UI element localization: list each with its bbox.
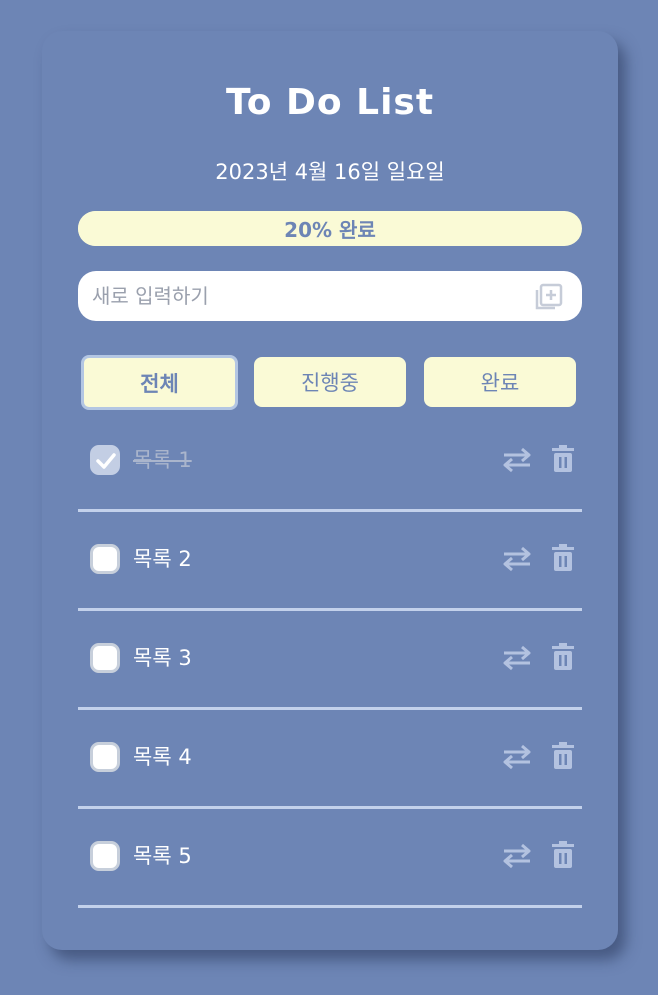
todo-item: 목록 5 [78,809,582,908]
trash-icon [552,742,574,769]
todo-item: 목록 4 [78,710,582,809]
todo-checkbox[interactable] [90,841,120,871]
tab-in-progress[interactable]: 진행중 [254,357,406,407]
page-title: To Do List [225,82,435,123]
delete-button[interactable] [552,643,574,671]
delete-button[interactable] [552,841,574,869]
trash-icon [552,445,574,472]
new-item-field [78,271,582,321]
current-date: 2023년 4월 16일 일요일 [215,160,445,184]
move-button[interactable] [502,744,532,770]
tab-completed[interactable]: 완료 [424,357,576,407]
todo-label: 목록 4 [133,745,192,769]
add-box-icon [535,283,563,310]
trash-icon [552,643,574,670]
filter-tabs: 전체 진행중 완료 [78,355,582,410]
swap-arrows-icon [503,744,531,770]
add-button[interactable] [534,283,564,311]
trash-icon [552,544,574,571]
todo-checkbox[interactable] [90,643,120,673]
swap-arrows-icon [503,546,531,572]
progress-label: 20% 완료 [284,218,376,242]
delete-button[interactable] [552,742,574,770]
todo-label: 목록 5 [133,844,192,868]
swap-arrows-icon [503,843,531,869]
move-button[interactable] [502,546,532,572]
swap-arrows-icon [503,645,531,671]
todo-item: 목록 2 [78,512,582,611]
swap-arrows-icon [503,447,531,473]
todo-checkbox[interactable] [90,544,120,574]
todo-label: 목록 1 [133,448,192,472]
progress-bar: 20% 완료 [78,211,582,246]
todo-list: 목록 1 목록 2 목록 3 목록 4 목록 5 [78,413,582,908]
delete-button[interactable] [552,445,574,473]
trash-icon [552,841,574,868]
delete-button[interactable] [552,544,574,572]
move-button[interactable] [502,843,532,869]
tab-all[interactable]: 전체 [81,355,238,410]
todo-item: 목록 1 [78,413,582,512]
todo-checkbox[interactable] [90,742,120,772]
todo-label: 목록 3 [133,646,192,670]
todo-label: 목록 2 [133,547,192,571]
todo-checkbox[interactable] [90,445,120,475]
checkmark-icon [96,453,116,469]
move-button[interactable] [502,447,532,473]
new-item-input[interactable] [92,271,522,321]
todo-item: 목록 3 [78,611,582,710]
move-button[interactable] [502,645,532,671]
